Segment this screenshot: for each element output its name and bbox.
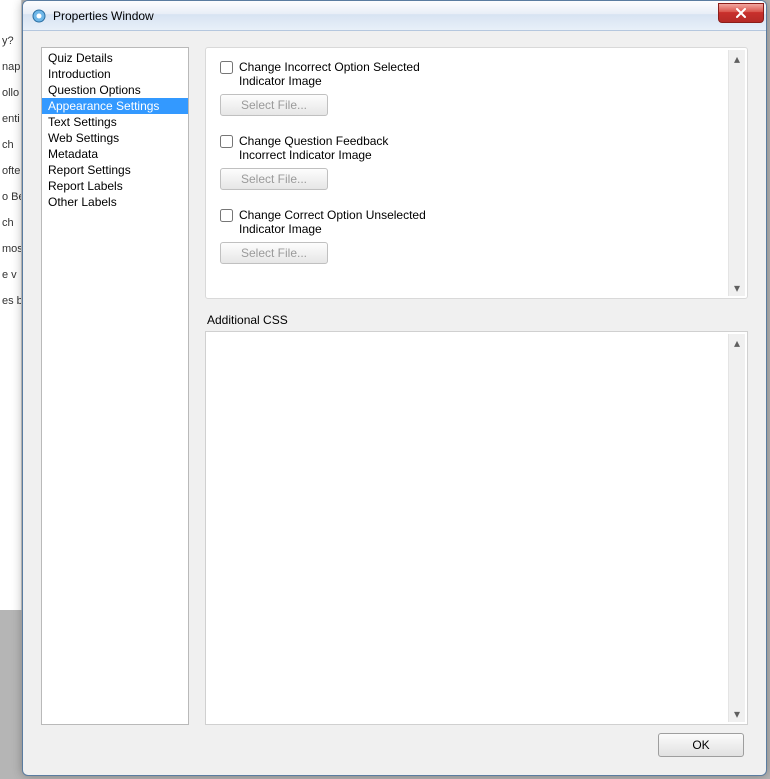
- background-text-fragment: ch: [0, 217, 21, 229]
- window-title: Properties Window: [53, 9, 154, 23]
- image-override-option: Change Correct Option UnselectedIndicato…: [220, 208, 713, 264]
- options-scrollbar[interactable]: ▴ ▾: [728, 50, 745, 296]
- nav-item[interactable]: Report Labels: [42, 178, 188, 194]
- scroll-down-icon[interactable]: ▾: [729, 279, 745, 296]
- content-pane: ▴ ▾ Change Incorrect Option SelectedIndi…: [205, 47, 748, 725]
- option-label: Change Incorrect Option SelectedIndicato…: [239, 60, 420, 88]
- additional-css-label: Additional CSS: [207, 313, 748, 327]
- option-label: Change Correct Option UnselectedIndicato…: [239, 208, 426, 236]
- close-button[interactable]: [718, 3, 764, 23]
- background-text-fragment: es b: [0, 295, 21, 307]
- background-text-fragment: nap: [0, 61, 21, 73]
- option-label: Change Question FeedbackIncorrect Indica…: [239, 134, 388, 162]
- properties-dialog: Properties Window Quiz DetailsIntroducti…: [22, 0, 767, 776]
- scroll-down-icon[interactable]: ▾: [729, 705, 745, 722]
- background-text-fragment: e v: [0, 269, 21, 281]
- close-icon: [736, 8, 746, 18]
- scroll-up-icon[interactable]: ▴: [729, 50, 745, 67]
- select-file-button[interactable]: Select File...: [220, 94, 328, 116]
- option-checkbox[interactable]: [220, 209, 233, 222]
- nav-item[interactable]: Other Labels: [42, 194, 188, 210]
- background-window-edge: y? nap ollo enti ch ofte o Be ch mos e v es b: [0, 0, 22, 610]
- nav-item[interactable]: Web Settings: [42, 130, 188, 146]
- option-checkbox[interactable]: [220, 61, 233, 74]
- additional-css-textarea[interactable]: ▴ ▾: [205, 331, 748, 725]
- nav-item[interactable]: Quiz Details: [42, 50, 188, 66]
- background-text-fragment: ch: [0, 139, 21, 151]
- image-override-option: Change Question FeedbackIncorrect Indica…: [220, 134, 713, 190]
- nav-item[interactable]: Report Settings: [42, 162, 188, 178]
- ok-button[interactable]: OK: [658, 733, 744, 757]
- options-panel: ▴ ▾ Change Incorrect Option SelectedIndi…: [205, 47, 748, 299]
- image-override-option: Change Incorrect Option SelectedIndicato…: [220, 60, 713, 116]
- nav-item[interactable]: Appearance Settings: [42, 98, 188, 114]
- scroll-up-icon[interactable]: ▴: [729, 334, 745, 351]
- background-text-fragment: enti: [0, 113, 21, 125]
- select-file-button[interactable]: Select File...: [220, 242, 328, 264]
- background-text-fragment: y?: [0, 35, 21, 47]
- background-text-fragment: o Be: [0, 191, 21, 203]
- background-text-fragment: ofte: [0, 165, 21, 177]
- category-nav: Quiz DetailsIntroductionQuestion Options…: [41, 47, 189, 725]
- background-text-fragment: mos: [0, 243, 21, 255]
- nav-item[interactable]: Introduction: [42, 66, 188, 82]
- nav-item[interactable]: Question Options: [42, 82, 188, 98]
- nav-item[interactable]: Metadata: [42, 146, 188, 162]
- select-file-button[interactable]: Select File...: [220, 168, 328, 190]
- dialog-body: Quiz DetailsIntroductionQuestion Options…: [23, 31, 766, 775]
- option-checkbox[interactable]: [220, 135, 233, 148]
- titlebar[interactable]: Properties Window: [23, 1, 766, 31]
- app-icon: [31, 8, 47, 24]
- background-text-fragment: ollo: [0, 87, 21, 99]
- css-scrollbar[interactable]: ▴ ▾: [728, 334, 745, 722]
- nav-item[interactable]: Text Settings: [42, 114, 188, 130]
- dialog-footer: OK: [41, 725, 748, 765]
